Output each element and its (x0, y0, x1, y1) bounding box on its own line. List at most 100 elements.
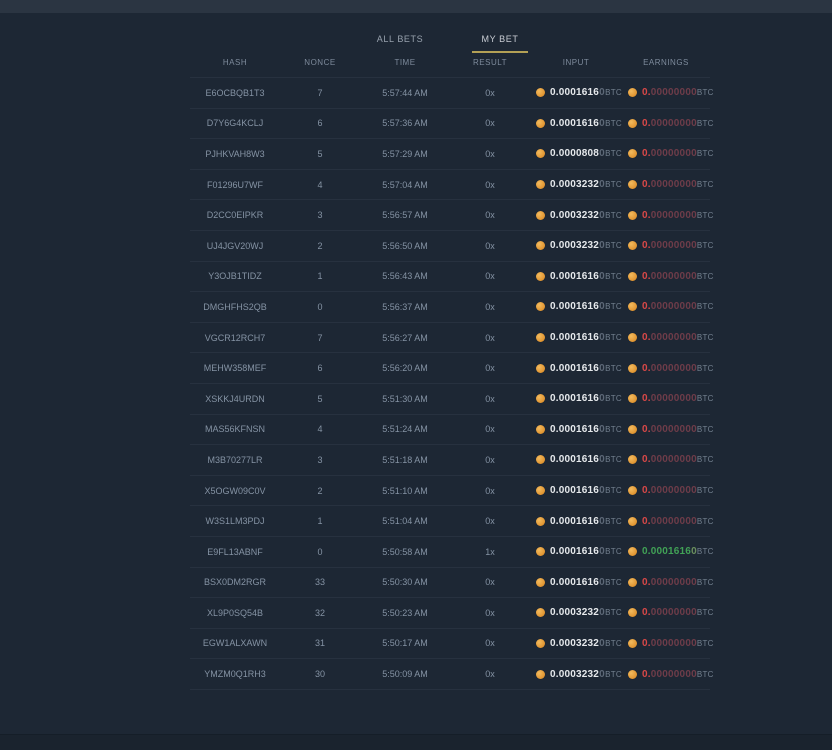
btc-coin-icon (628, 180, 637, 189)
earnings-cell: 0.00000000 BTC (622, 669, 710, 680)
hash-cell[interactable]: VGCR12RCH7 (190, 333, 280, 343)
table-row[interactable]: UJ4JGV20WJ 2 5:56:50 AM 0x 0.00032320 BT… (190, 231, 710, 262)
hash-cell[interactable]: YMZM0Q1RH3 (190, 669, 280, 679)
btc-coin-icon (536, 394, 545, 403)
table-row[interactable]: F01296U7WF 4 5:57:04 AM 0x 0.00032320 BT… (190, 170, 710, 201)
hash-cell[interactable]: F01296U7WF (190, 180, 280, 190)
result-cell: 0x (450, 424, 530, 434)
time-cell: 5:51:04 AM (360, 516, 450, 526)
table-row[interactable]: XL9P0SQ54B 32 5:50:23 AM 0x 0.00032320 B… (190, 598, 710, 629)
nonce-cell: 4 (280, 424, 360, 434)
currency-label: BTC (697, 608, 714, 617)
earnings-cell: 0.00000000 BTC (622, 301, 710, 312)
hash-cell[interactable]: EGW1ALXAWN (190, 638, 280, 648)
table-row[interactable]: YMZM0Q1RH3 30 5:50:09 AM 0x 0.00032320 B… (190, 659, 710, 690)
hash-cell[interactable]: PJHKVAH8W3 (190, 149, 280, 159)
table-row[interactable]: D7Y6G4KCLJ 6 5:57:36 AM 0x 0.00016160 BT… (190, 109, 710, 140)
btc-coin-icon (536, 119, 545, 128)
earnings-cell: 0.00016160 BTC (622, 546, 710, 557)
table-row[interactable]: BSX0DM2RGR 33 5:50:30 AM 0x 0.00016160 B… (190, 568, 710, 599)
earnings-amount: 0.00000000 (642, 638, 697, 649)
table-row[interactable]: Y3OJB1TIDZ 1 5:56:43 AM 0x 0.00016160 BT… (190, 262, 710, 293)
table-row[interactable]: M3B70277LR 3 5:51:18 AM 0x 0.00016160 BT… (190, 445, 710, 476)
input-amount: 0.00016160 (550, 424, 605, 435)
earnings-cell: 0.00000000 BTC (622, 607, 710, 618)
currency-label: BTC (605, 211, 622, 220)
earnings-amount: 0.00000000 (642, 179, 697, 190)
column-header-input: INPUT (530, 58, 622, 67)
hash-cell[interactable]: D2CC0EIPKR (190, 210, 280, 220)
table-row[interactable]: E9FL13ABNF 0 5:50:58 AM 1x 0.00016160 BT… (190, 537, 710, 568)
input-amount: 0.00016160 (550, 546, 605, 557)
table-row[interactable]: VGCR12RCH7 7 5:56:27 AM 0x 0.00016160 BT… (190, 323, 710, 354)
earnings-amount: 0.00000000 (642, 210, 697, 221)
hash-cell[interactable]: Y3OJB1TIDZ (190, 271, 280, 281)
hash-cell[interactable]: E6OCBQB1T3 (190, 88, 280, 98)
hash-cell[interactable]: MEHW358MEF (190, 363, 280, 373)
btc-coin-icon (536, 547, 545, 556)
column-header-result: RESULT (450, 58, 530, 67)
currency-label: BTC (697, 119, 714, 128)
currency-label: BTC (697, 333, 714, 342)
input-cell: 0.00016160 BTC (530, 271, 622, 282)
input-amount: 0.00032320 (550, 179, 605, 190)
result-cell: 0x (450, 486, 530, 496)
hash-cell[interactable]: W3S1LM3PDJ (190, 516, 280, 526)
earnings-amount: 0.00000000 (642, 577, 697, 588)
hash-cell[interactable]: M3B70277LR (190, 455, 280, 465)
result-cell: 0x (450, 608, 530, 618)
btc-coin-icon (628, 394, 637, 403)
table-row[interactable]: W3S1LM3PDJ 1 5:51:04 AM 0x 0.00016160 BT… (190, 506, 710, 537)
earnings-cell: 0.00000000 BTC (622, 332, 710, 343)
input-cell: 0.00016160 BTC (530, 546, 622, 557)
hash-cell[interactable]: MAS56KFNSN (190, 424, 280, 434)
hash-cell[interactable]: D7Y6G4KCLJ (190, 118, 280, 128)
hash-cell[interactable]: E9FL13ABNF (190, 547, 280, 557)
table-row[interactable]: E6OCBQB1T3 7 5:57:44 AM 0x 0.00016160 BT… (190, 78, 710, 109)
input-amount: 0.00016160 (550, 332, 605, 343)
table-row[interactable]: MAS56KFNSN 4 5:51:24 AM 0x 0.00016160 BT… (190, 415, 710, 446)
earnings-amount: 0.00000000 (642, 669, 697, 680)
input-cell: 0.00008080 BTC (530, 148, 622, 159)
hash-cell[interactable]: XL9P0SQ54B (190, 608, 280, 618)
currency-label: BTC (605, 639, 622, 648)
btc-coin-icon (628, 119, 637, 128)
time-cell: 5:56:50 AM (360, 241, 450, 251)
currency-label: BTC (605, 333, 622, 342)
tab-all-bets[interactable]: ALL BETS (350, 30, 450, 58)
currency-label: BTC (605, 486, 622, 495)
table-row[interactable]: DMGHFHS2QB 0 5:56:37 AM 0x 0.00016160 BT… (190, 292, 710, 323)
input-cell: 0.00016160 BTC (530, 332, 622, 343)
btc-coin-icon (628, 517, 637, 526)
earnings-amount: 0.00000000 (642, 301, 697, 312)
input-amount: 0.00016160 (550, 87, 605, 98)
column-header-hash: HASH (190, 58, 280, 67)
table-row[interactable]: PJHKVAH8W3 5 5:57:29 AM 0x 0.00008080 BT… (190, 139, 710, 170)
tab-my-bet[interactable]: MY BET (450, 30, 550, 58)
table-row[interactable]: EGW1ALXAWN 31 5:50:17 AM 0x 0.00032320 B… (190, 629, 710, 660)
currency-label: BTC (697, 394, 714, 403)
hash-cell[interactable]: UJ4JGV20WJ (190, 241, 280, 251)
nonce-cell: 6 (280, 363, 360, 373)
table-row[interactable]: MEHW358MEF 6 5:56:20 AM 0x 0.00016160 BT… (190, 353, 710, 384)
input-cell: 0.00032320 BTC (530, 669, 622, 680)
table-row[interactable]: D2CC0EIPKR 3 5:56:57 AM 0x 0.00032320 BT… (190, 200, 710, 231)
btc-coin-icon (628, 241, 637, 250)
hash-cell[interactable]: DMGHFHS2QB (190, 302, 280, 312)
input-amount: 0.00032320 (550, 669, 605, 680)
btc-coin-icon (628, 333, 637, 342)
result-cell: 0x (450, 669, 530, 679)
earnings-cell: 0.00000000 BTC (622, 577, 710, 588)
result-cell: 0x (450, 149, 530, 159)
hash-cell[interactable]: X5OGW09C0V (190, 486, 280, 496)
input-cell: 0.00032320 BTC (530, 638, 622, 649)
nonce-cell: 0 (280, 547, 360, 557)
table-row[interactable]: X5OGW09C0V 2 5:51:10 AM 0x 0.00016160 BT… (190, 476, 710, 507)
currency-label: BTC (605, 670, 622, 679)
hash-cell[interactable]: XSKKJ4URDN (190, 394, 280, 404)
hash-cell[interactable]: BSX0DM2RGR (190, 577, 280, 587)
nonce-cell: 5 (280, 149, 360, 159)
table-row[interactable]: XSKKJ4URDN 5 5:51:30 AM 0x 0.00016160 BT… (190, 384, 710, 415)
btc-coin-icon (628, 425, 637, 434)
active-tab-underline-indicator (472, 51, 528, 53)
